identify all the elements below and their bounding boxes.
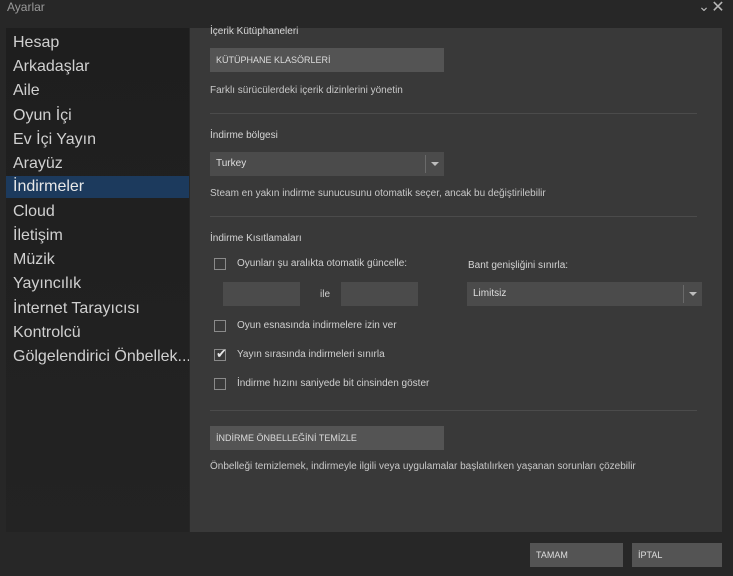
library-folders-button[interactable]: KÜTÜPHANE KLASÖRLERİ (210, 48, 444, 72)
throttle-while-streaming-checkbox[interactable]: ✔ (214, 346, 227, 361)
show-bits-per-second-checkbox[interactable] (214, 378, 226, 390)
sidebar-item-account[interactable]: Hesap (6, 32, 189, 54)
sidebar-item-voice[interactable]: İletişim (6, 225, 189, 247)
cancel-button[interactable]: İPTAL (632, 543, 722, 567)
sidebar-item-music[interactable]: Müzik (6, 249, 189, 271)
sidebar-item-broadcasting[interactable]: Yayıncılık (6, 273, 189, 295)
divider (210, 410, 697, 411)
sidebar-item-friends[interactable]: Arkadaşlar (6, 56, 189, 78)
throttle-while-streaming-label: Yayın sırasında indirmeleri sınırla (237, 349, 385, 360)
minimize-icon[interactable]: ⌄ (697, 0, 711, 15)
bandwidth-label: Bant genişliğini sınırla: (468, 260, 569, 271)
chevron-down-icon (425, 155, 444, 173)
download-region-select[interactable]: Turkey (210, 152, 444, 176)
sidebar-item-remote-play[interactable]: Ev İçi Yayın (6, 129, 189, 151)
region-description: Steam en yakın indirme sunucusunu otomat… (210, 188, 546, 199)
checkmark-icon: ✔ (216, 346, 227, 361)
update-range-start-input[interactable] (223, 282, 300, 306)
divider (210, 216, 697, 217)
sidebar-item-web-browser[interactable]: İnternet Tarayıcısı (6, 298, 189, 320)
close-icon[interactable]: ✕ (711, 0, 725, 17)
show-bits-per-second-label: İndirme hızını saniyede bit cinsinden gö… (237, 378, 430, 389)
allow-downloads-during-gameplay-label: Oyun esnasında indirmelere izin ver (237, 320, 397, 331)
cache-description: Önbelleği temizlemek, indirmeyle ilgili … (210, 461, 636, 472)
chevron-down-icon (683, 285, 702, 303)
sidebar-item-cloud[interactable]: Cloud (6, 201, 189, 223)
sidebar-item-in-game[interactable]: Oyun İçi (6, 105, 189, 127)
download-region-value: Turkey (216, 158, 247, 169)
sidebar-item-downloads[interactable]: İndirmeler (6, 176, 189, 198)
region-heading: İndirme bölgesi (210, 130, 278, 141)
ok-button[interactable]: TAMAM (530, 543, 623, 567)
auto-update-label: Oyunları şu aralıkta otomatik güncelle: (237, 258, 408, 269)
bandwidth-limit-value: Limitsiz (473, 288, 507, 299)
sidebar-item-interface[interactable]: Arayüz (6, 153, 189, 175)
sidebar-item-shader-cache[interactable]: Gölgelendirici Önbellek... (6, 346, 189, 368)
restrictions-heading: İndirme Kısıtlamaları (210, 233, 302, 244)
bandwidth-limit-select[interactable]: Limitsiz (467, 282, 702, 306)
downloads-panel: İçerik Kütüphaneleri KÜTÜPHANE KLASÖRLER… (190, 26, 722, 532)
range-separator: ile (320, 289, 331, 300)
title-bar: Ayarlar ⌄ ✕ (0, 0, 733, 22)
sidebar-item-controller[interactable]: Kontrolcü (6, 322, 189, 344)
auto-update-checkbox[interactable] (214, 258, 226, 270)
divider (210, 113, 697, 114)
update-range-end-input[interactable] (341, 282, 418, 306)
allow-downloads-during-gameplay-checkbox[interactable] (214, 320, 226, 332)
library-description: Farklı sürücülerdeki içerik dizinlerini … (210, 85, 403, 96)
sidebar-item-family[interactable]: Aile (6, 80, 189, 102)
settings-sidebar: Hesap Arkadaşlar Aile Oyun İçi Ev İçi Ya… (6, 28, 189, 532)
window-title: Ayarlar (7, 0, 45, 14)
clear-download-cache-button[interactable]: İNDİRME ÖNBELLEĞİNİ TEMİZLE (210, 426, 444, 450)
library-heading: İçerik Kütüphaneleri (210, 26, 299, 37)
